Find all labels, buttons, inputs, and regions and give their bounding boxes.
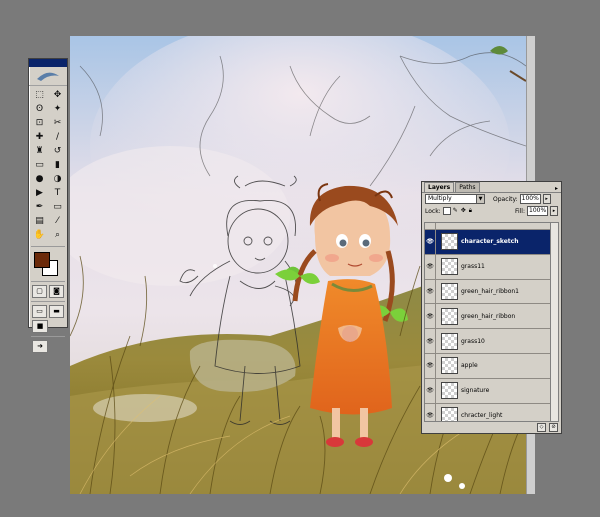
layer-row[interactable]: 👁︎ green_hair_ribbon1 [425,279,551,305]
lock-label: Lock: [425,207,441,215]
layer-row[interactable]: 👁︎ apple [425,353,551,379]
lock-all-icon[interactable]: 🔒︎ [469,207,475,214]
layer-thumbnail [441,282,458,300]
standard-mode-button[interactable]: ▢ [32,285,47,298]
layer-thumbnail [441,357,458,375]
layer-row[interactable]: 👁︎ chracter_light [425,403,551,421]
brush-icon[interactable]: / [50,131,65,144]
visibility-eye-icon[interactable]: 👁︎ [425,304,436,329]
move-icon[interactable]: ✥ [50,89,65,102]
layer-row[interactable]: 👁︎ grass10 [425,329,551,354]
app-logo-icon[interactable] [29,67,67,86]
eyedropper-icon[interactable]: ⁄ [50,215,65,228]
visibility-eye-icon[interactable]: 👁︎ [425,403,436,421]
layer-list: 👁︎ character_sketch 👁︎ grass11 👁︎ green_hair_… [424,222,552,422]
fill-slider-button[interactable]: ▸ [550,206,558,216]
type-icon[interactable]: T [50,187,65,200]
layer-thumbnail [441,258,458,276]
fill-input[interactable]: 100% [527,206,548,216]
layer-row[interactable]: 👁︎ signature [425,378,551,404]
crop-icon[interactable]: ⊡ [32,117,47,130]
layer-name: green_hair_ribbon1 [461,287,519,295]
quick-mask-button[interactable]: ◙ [49,285,64,298]
shape-icon[interactable]: ▭ [50,201,65,214]
palette-menu-icon[interactable]: ▸ [555,185,558,192]
screen-mode-full-button[interactable]: ■ [32,320,48,333]
tab-layers[interactable]: Layers [424,182,455,192]
layers-tabs: Layers Paths ▸ [422,182,561,193]
slice-icon[interactable]: ✂ [50,117,65,130]
magic-wand-icon[interactable]: ✦ [50,103,65,116]
layer-name: grass10 [461,337,485,345]
palette-options-icon[interactable]: ⊘ [549,423,558,432]
lock-transparency-icon[interactable] [442,207,451,215]
dodge-icon[interactable]: ◑ [50,173,65,186]
layer-thumbnail [441,406,458,421]
layer-thumbnail [441,382,458,400]
layer-name: apple [461,362,478,370]
hand-icon[interactable]: ✋ [32,229,47,242]
visibility-eye-icon[interactable] [425,223,436,229]
opacity-input[interactable]: 100% [519,194,541,204]
screen-mode-full-menu-button[interactable]: ▬ [49,305,64,318]
layers-scrollbar[interactable] [550,222,559,422]
tools-titlebar[interactable] [29,59,67,67]
tool-grid: ⬚ ✥ ʘ ✦ ⊡ ✂ ✚ / ♜ ↺ ▭ ▮ ● ◑ ▶ T ✒ ▭ ▤ ⁄ ✋ ⌕ [29,86,67,244]
blur-icon[interactable]: ● [32,173,47,186]
layer-thumbnail [441,307,458,325]
opacity-slider-button[interactable]: ▸ [542,194,551,204]
clone-stamp-icon[interactable]: ♜ [32,145,47,158]
healing-icon[interactable]: ✚ [32,131,47,144]
layer-row[interactable]: 👁︎ green_hair_ribbon [425,304,551,330]
marquee-icon[interactable]: ⬚ [32,89,47,102]
blend-mode-select[interactable]: Multiply ▼ [425,194,485,204]
visibility-eye-icon[interactable]: 👁︎ [425,378,436,403]
layer-thumbnail [441,233,458,251]
tools-palette: ⬚ ✥ ʘ ✦ ⊡ ✂ ✚ / ♜ ↺ ▭ ▮ ● ◑ ▶ T ✒ ▭ ▤ ⁄ ✋ ⌕ ▢ ◙ ▭ ▬ ■ ➜ [28,58,68,353]
blend-mode-value: Multiply [428,195,452,202]
layer-row[interactable]: 👁︎ character_sketch [425,230,551,255]
layers-palette: Layers Paths ▸ Multiply ▼ Opacity: 100% ▸… [421,181,562,434]
layer-row[interactable]: 👁︎ grass11 [425,254,551,280]
screen-mode-standard-button[interactable]: ▭ [32,305,47,318]
lock-position-icon[interactable]: ✥ [461,207,467,214]
opacity-label: Opacity: [493,195,518,203]
layer-name: grass11 [461,263,485,271]
gradient-icon[interactable]: ▮ [50,159,65,172]
visibility-eye-icon[interactable]: 👁︎ [425,329,436,353]
color-swatches [29,249,67,279]
layer-name: character_sketch [461,238,519,246]
layer-name: green_hair_ribbon [461,312,516,320]
fill-label: Fill: [514,207,525,215]
foreground-color-swatch[interactable] [34,252,50,268]
visibility-eye-icon[interactable]: 👁︎ [425,230,436,254]
lasso-icon[interactable]: ʘ [32,103,47,116]
layer-thumbnail [441,332,458,350]
layer-name: chracter_light [461,411,503,419]
layer-row-partial[interactable] [425,223,551,230]
tab-paths[interactable]: Paths [455,182,480,192]
visibility-eye-icon[interactable]: 👁︎ [425,279,436,304]
layers-footer: ◇ ⊘ [422,422,561,433]
chevron-down-icon: ▼ [476,195,484,203]
eraser-icon[interactable]: ▭ [32,159,47,172]
pen-icon[interactable]: ✒ [32,201,47,214]
path-select-icon[interactable]: ▶ [32,187,47,200]
zoom-icon[interactable]: ⌕ [50,229,65,242]
layer-name: signature [461,387,490,395]
notes-icon[interactable]: ▤ [32,215,47,228]
history-brush-icon[interactable]: ↺ [50,145,65,158]
visibility-eye-icon[interactable]: 👁︎ [425,353,436,378]
jump-to-imageready-button[interactable]: ➜ [32,340,48,353]
lock-image-icon[interactable]: ✎ [453,207,459,214]
visibility-eye-icon[interactable]: 👁︎ [425,254,436,279]
palette-resize-icon[interactable]: ◇ [537,423,546,432]
